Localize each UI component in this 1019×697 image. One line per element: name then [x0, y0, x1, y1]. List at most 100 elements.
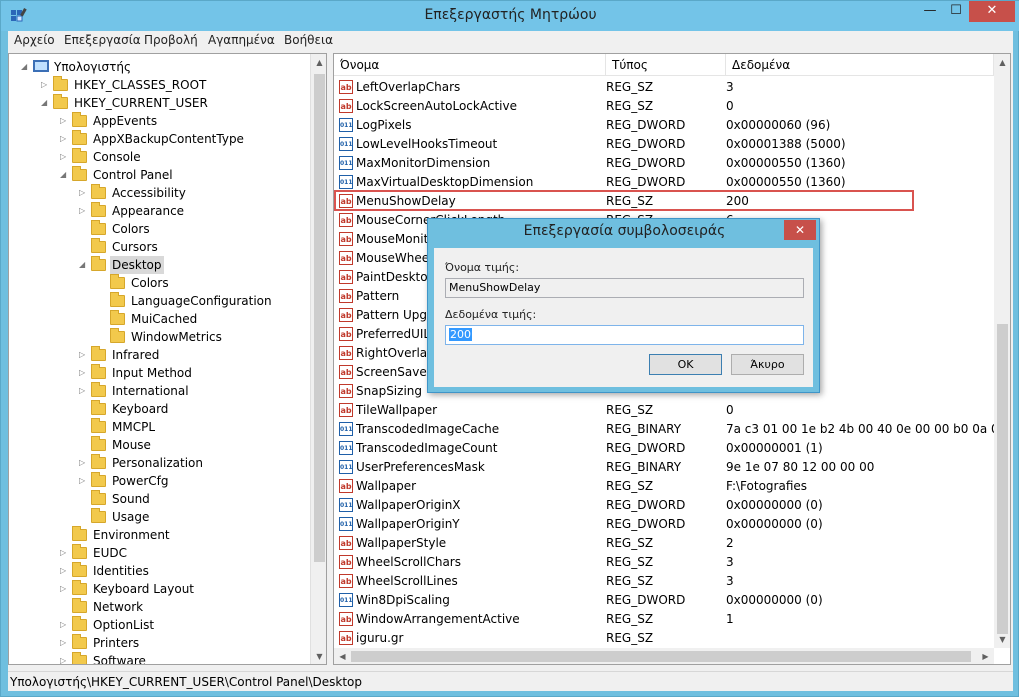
- scroll-left-arrow-icon[interactable]: ◀: [334, 648, 351, 664]
- close-button[interactable]: ✕: [969, 1, 1015, 22]
- scroll-down-arrow-icon[interactable]: ▼: [994, 631, 1010, 648]
- collapsed-arrow-icon[interactable]: ▷: [79, 346, 88, 364]
- tree-item[interactable]: ▷ Input Method: [9, 364, 309, 382]
- tree-item[interactable]: ◢ Control Panel: [9, 166, 309, 184]
- tree-item[interactable]: ▷ PowerCfg: [9, 472, 309, 490]
- value-row[interactable]: 011 WallpaperOriginX REG_DWORD 0x00000000 (…: [334, 496, 994, 515]
- value-row[interactable]: ab LeftOverlapChars REG_SZ 3: [334, 78, 994, 97]
- list-horizontal-scrollbar[interactable]: ◀ ▶: [334, 648, 994, 664]
- scroll-up-arrow-icon[interactable]: ▲: [994, 54, 1010, 71]
- tree-item[interactable]: MuiCached: [9, 310, 309, 328]
- tree-item[interactable]: ◢ HKEY_CURRENT_USER: [9, 94, 309, 112]
- column-header-data[interactable]: Δεδομένα: [726, 54, 994, 76]
- tree-item[interactable]: ▷ AppEvents: [9, 112, 309, 130]
- menu-edit[interactable]: Επεξεργασία: [64, 33, 141, 47]
- tree-item[interactable]: ▷ Personalization: [9, 454, 309, 472]
- list-vertical-scrollbar[interactable]: ▲ ▼: [994, 54, 1010, 648]
- value-data-input[interactable]: 200: [445, 325, 804, 345]
- value-row[interactable]: ab WheelScrollLines REG_SZ 3: [334, 572, 994, 591]
- menu-favorites[interactable]: Αγαπημένα: [208, 33, 275, 47]
- collapsed-arrow-icon[interactable]: ▷: [79, 472, 88, 490]
- tree-item[interactable]: Keyboard: [9, 400, 309, 418]
- scroll-right-arrow-icon[interactable]: ▶: [977, 648, 994, 664]
- collapsed-arrow-icon[interactable]: ▷: [60, 562, 69, 580]
- collapsed-arrow-icon[interactable]: ▷: [60, 580, 69, 598]
- column-header-type[interactable]: Τύπος: [606, 54, 726, 76]
- value-row[interactable]: 011 LogPixels REG_DWORD 0x00000060 (96): [334, 116, 994, 135]
- tree-item[interactable]: ▷ HKEY_CLASSES_ROOT: [9, 76, 309, 94]
- tree-item[interactable]: ▷ International: [9, 382, 309, 400]
- tree-item[interactable]: Colors: [9, 220, 309, 238]
- dialog-close-button[interactable]: ✕: [784, 220, 816, 240]
- scroll-up-arrow-icon[interactable]: ▲: [311, 54, 326, 71]
- tree-item[interactable]: ▷ Identities: [9, 562, 309, 580]
- tree-item[interactable]: ▷ Infrared: [9, 346, 309, 364]
- menu-help[interactable]: Βοήθεια: [284, 33, 333, 47]
- expanded-arrow-icon[interactable]: ◢: [41, 94, 50, 112]
- tree-item[interactable]: LanguageConfiguration: [9, 292, 309, 310]
- tree-item[interactable]: ▷ Software: [9, 652, 309, 664]
- expanded-arrow-icon[interactable]: ◢: [79, 256, 88, 274]
- tree-item[interactable]: Usage: [9, 508, 309, 526]
- menu-view[interactable]: Προβολή: [144, 33, 198, 47]
- value-row[interactable]: ab WindowArrangementActive REG_SZ 1: [334, 610, 994, 629]
- column-header-name[interactable]: Όνομα: [334, 54, 606, 76]
- ok-button[interactable]: OK: [649, 354, 722, 375]
- value-row[interactable]: ab LockScreenAutoLockActive REG_SZ 0: [334, 97, 994, 116]
- tree-item[interactable]: ◢ Υπολογιστής: [9, 58, 309, 76]
- expanded-arrow-icon[interactable]: ◢: [21, 58, 30, 76]
- minimize-button[interactable]: —: [917, 1, 943, 22]
- list-hscroll-thumb[interactable]: [351, 651, 971, 662]
- value-row[interactable]: 011 WallpaperOriginY REG_DWORD 0x00000000 (…: [334, 515, 994, 534]
- value-row[interactable]: 011 LowLevelHooksTimeout REG_DWORD 0x000013…: [334, 135, 994, 154]
- value-row[interactable]: 011 TranscodedImageCount REG_DWORD 0x000000…: [334, 439, 994, 458]
- scroll-down-arrow-icon[interactable]: ▼: [311, 648, 326, 664]
- tree-item[interactable]: ▷ Keyboard Layout: [9, 580, 309, 598]
- tree-item[interactable]: ◢ Desktop: [9, 256, 309, 274]
- tree-item[interactable]: ▷ AppXBackupContentType: [9, 130, 309, 148]
- tree-item[interactable]: Mouse: [9, 436, 309, 454]
- tree-scroll-thumb[interactable]: [314, 74, 325, 562]
- value-row[interactable]: ab Wallpaper REG_SZ F:\Fotografies: [334, 477, 994, 496]
- collapsed-arrow-icon[interactable]: ▷: [79, 184, 88, 202]
- title-bar[interactable]: Επεξεργαστής Μητρώου — ☐ ✕: [1, 1, 1019, 31]
- collapsed-arrow-icon[interactable]: ▷: [79, 382, 88, 400]
- value-row[interactable]: 011 MaxMonitorDimension REG_DWORD 0x0000055…: [334, 154, 994, 173]
- tree-item[interactable]: Network: [9, 598, 309, 616]
- tree-item[interactable]: Sound: [9, 490, 309, 508]
- collapsed-arrow-icon[interactable]: ▷: [60, 112, 69, 130]
- value-row[interactable]: ab iguru.gr REG_SZ: [334, 629, 994, 648]
- collapsed-arrow-icon[interactable]: ▷: [60, 148, 69, 166]
- tree-item[interactable]: ▷ OptionList: [9, 616, 309, 634]
- value-row[interactable]: 011 TranscodedImageCache REG_BINARY 7a c3 0…: [334, 420, 994, 439]
- value-row[interactable]: ab TileWallpaper REG_SZ 0: [334, 401, 994, 420]
- tree-item[interactable]: Colors: [9, 274, 309, 292]
- list-scroll-thumb[interactable]: [997, 324, 1008, 634]
- expanded-arrow-icon[interactable]: ◢: [60, 166, 69, 184]
- collapsed-arrow-icon[interactable]: ▷: [41, 76, 50, 94]
- collapsed-arrow-icon[interactable]: ▷: [60, 616, 69, 634]
- tree-item[interactable]: ▷ Console: [9, 148, 309, 166]
- collapsed-arrow-icon[interactable]: ▷: [79, 454, 88, 472]
- tree-vertical-scrollbar[interactable]: ▲ ▼: [310, 54, 326, 664]
- collapsed-arrow-icon[interactable]: ▷: [79, 202, 88, 220]
- collapsed-arrow-icon[interactable]: ▷: [79, 364, 88, 382]
- value-row[interactable]: ab WheelScrollChars REG_SZ 3: [334, 553, 994, 572]
- tree-item[interactable]: WindowMetrics: [9, 328, 309, 346]
- collapsed-arrow-icon[interactable]: ▷: [60, 130, 69, 148]
- value-row[interactable]: 011 Win8DpiScaling REG_DWORD 0x00000000 (0): [334, 591, 994, 610]
- tree-item[interactable]: ▷ Accessibility: [9, 184, 309, 202]
- collapsed-arrow-icon[interactable]: ▷: [60, 544, 69, 562]
- menu-file[interactable]: Αρχείο: [14, 33, 55, 47]
- tree-item[interactable]: Cursors: [9, 238, 309, 256]
- maximize-button[interactable]: ☐: [943, 1, 969, 22]
- value-row[interactable]: ab WallpaperStyle REG_SZ 2: [334, 534, 994, 553]
- tree-item[interactable]: ▷ Appearance: [9, 202, 309, 220]
- value-row[interactable]: 011 UserPreferencesMask REG_BINARY 9e 1e 07…: [334, 458, 994, 477]
- tree-item[interactable]: Environment: [9, 526, 309, 544]
- cancel-button[interactable]: Άκυρο: [731, 354, 804, 375]
- tree-item[interactable]: ▷ Printers: [9, 634, 309, 652]
- tree-item[interactable]: ▷ EUDC: [9, 544, 309, 562]
- collapsed-arrow-icon[interactable]: ▷: [60, 634, 69, 652]
- tree-item[interactable]: MMCPL: [9, 418, 309, 436]
